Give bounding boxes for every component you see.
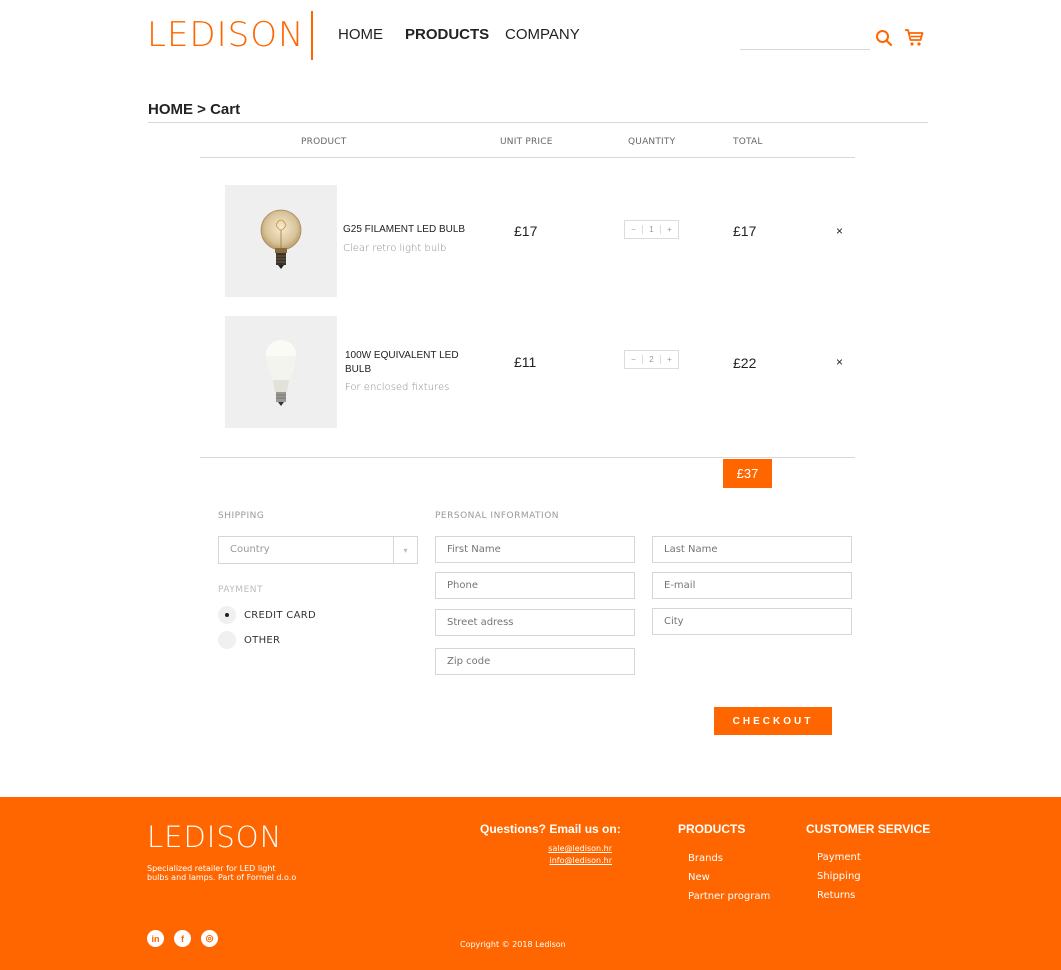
payment-label: PAYMENT xyxy=(218,585,263,595)
quantity-decrease-button[interactable]: − xyxy=(625,355,642,364)
unit-price: £17 xyxy=(514,223,538,239)
brand-logo[interactable]: LEDISON xyxy=(147,15,304,55)
quantity-value[interactable]: 2 xyxy=(642,355,661,364)
first-name-field[interactable] xyxy=(435,536,635,563)
quantity-increase-button[interactable]: + xyxy=(661,225,678,234)
street-address-field[interactable] xyxy=(435,609,635,636)
footer-link-returns[interactable]: Returns xyxy=(817,890,855,901)
product-description: For enclosed fixtures xyxy=(345,382,450,393)
footer-link-shipping[interactable]: Shipping xyxy=(817,871,861,882)
personal-information-label: PERSONAL INFORMATION xyxy=(435,511,560,521)
header-quantity: QUANTITY xyxy=(628,137,676,147)
footer-products-heading: PRODUCTS xyxy=(678,822,746,836)
checkout-button[interactable]: CHECKOUT xyxy=(714,707,832,735)
footer-link-new[interactable]: New xyxy=(688,872,710,883)
footer-link-partner-program[interactable]: Partner program xyxy=(688,891,770,902)
facebook-glyph: f xyxy=(181,933,184,944)
country-select-value: Country xyxy=(230,544,270,555)
footer-email-link[interactable]: sale@ledison.hr xyxy=(520,844,612,853)
payment-radio-other[interactable] xyxy=(218,631,236,649)
linkedin-icon[interactable]: in xyxy=(147,930,164,947)
footer-email-link[interactable]: info@ledison.hr xyxy=(520,856,612,865)
footer-service-heading: CUSTOMER SERVICE xyxy=(806,822,931,836)
footer-tagline: Specialized retailer for LED light bulbs… xyxy=(147,864,297,882)
product-name[interactable]: G25 FILAMENT LED BULB xyxy=(343,223,473,237)
footer-link-brands[interactable]: Brands xyxy=(688,853,723,864)
header-unit-price: UNIT PRICE xyxy=(500,137,553,147)
facebook-icon[interactable]: f xyxy=(174,930,191,947)
search-underline xyxy=(740,49,870,50)
product-name[interactable]: 100W EQUIVALENT LED BULB xyxy=(345,349,465,377)
header-total: TOTAL xyxy=(733,137,763,147)
quantity-value[interactable]: 1 xyxy=(642,225,661,234)
country-select[interactable]: Country ▾ xyxy=(218,536,418,564)
copyright-text: Copyright © 2018 Ledison xyxy=(460,940,566,949)
payment-option-other-label[interactable]: OTHER xyxy=(244,635,280,646)
email-field[interactable] xyxy=(652,572,852,599)
cart-icon[interactable] xyxy=(904,28,924,47)
product-image-led-bulb[interactable] xyxy=(225,316,337,428)
cart-total-badge: £37 xyxy=(723,459,772,488)
last-name-field[interactable] xyxy=(652,536,852,563)
payment-option-credit-card-label[interactable]: CREDIT CARD xyxy=(244,610,316,621)
product-description: Clear retro light bulb xyxy=(343,243,447,254)
table-header-divider xyxy=(200,157,855,158)
breadcrumb-divider xyxy=(148,122,928,123)
payment-radio-credit-card[interactable] xyxy=(218,606,236,624)
search-icon[interactable] xyxy=(875,29,893,47)
footer-contact-heading: Questions? Email us on: xyxy=(480,822,621,836)
footer-link-payment[interactable]: Payment xyxy=(817,852,861,863)
zip-code-field[interactable] xyxy=(435,648,635,675)
logo-divider xyxy=(311,11,313,60)
remove-item-button[interactable]: × xyxy=(836,224,843,238)
footer-logo[interactable]: LEDISON xyxy=(147,820,282,854)
unit-price: £11 xyxy=(514,354,537,370)
city-field[interactable] xyxy=(652,608,852,635)
remove-item-button[interactable]: × xyxy=(836,355,843,369)
nav-company[interactable]: COMPANY xyxy=(505,26,580,43)
linkedin-glyph: in xyxy=(151,933,160,944)
breadcrumb[interactable]: HOME > Cart xyxy=(148,101,240,118)
shipping-label: SHIPPING xyxy=(218,511,265,521)
product-image-filament-bulb[interactable] xyxy=(225,185,337,297)
phone-field[interactable] xyxy=(435,572,635,599)
radio-selected-dot xyxy=(225,613,229,617)
header-product: PRODUCT xyxy=(301,137,347,147)
quantity-stepper: − 2 + xyxy=(624,350,679,369)
line-total: £17 xyxy=(733,223,757,239)
search-input[interactable] xyxy=(740,30,870,49)
line-total: £22 xyxy=(733,355,757,371)
nav-products[interactable]: PRODUCTS xyxy=(405,26,489,43)
cart-total-divider xyxy=(200,457,855,458)
instagram-icon[interactable]: ◎ xyxy=(201,930,218,947)
quantity-increase-button[interactable]: + xyxy=(661,355,678,364)
chevron-down-icon[interactable]: ▾ xyxy=(393,537,417,563)
quantity-decrease-button[interactable]: − xyxy=(625,225,642,234)
quantity-stepper: − 1 + xyxy=(624,220,679,239)
nav-home[interactable]: HOME xyxy=(338,26,383,43)
instagram-glyph: ◎ xyxy=(205,933,214,943)
